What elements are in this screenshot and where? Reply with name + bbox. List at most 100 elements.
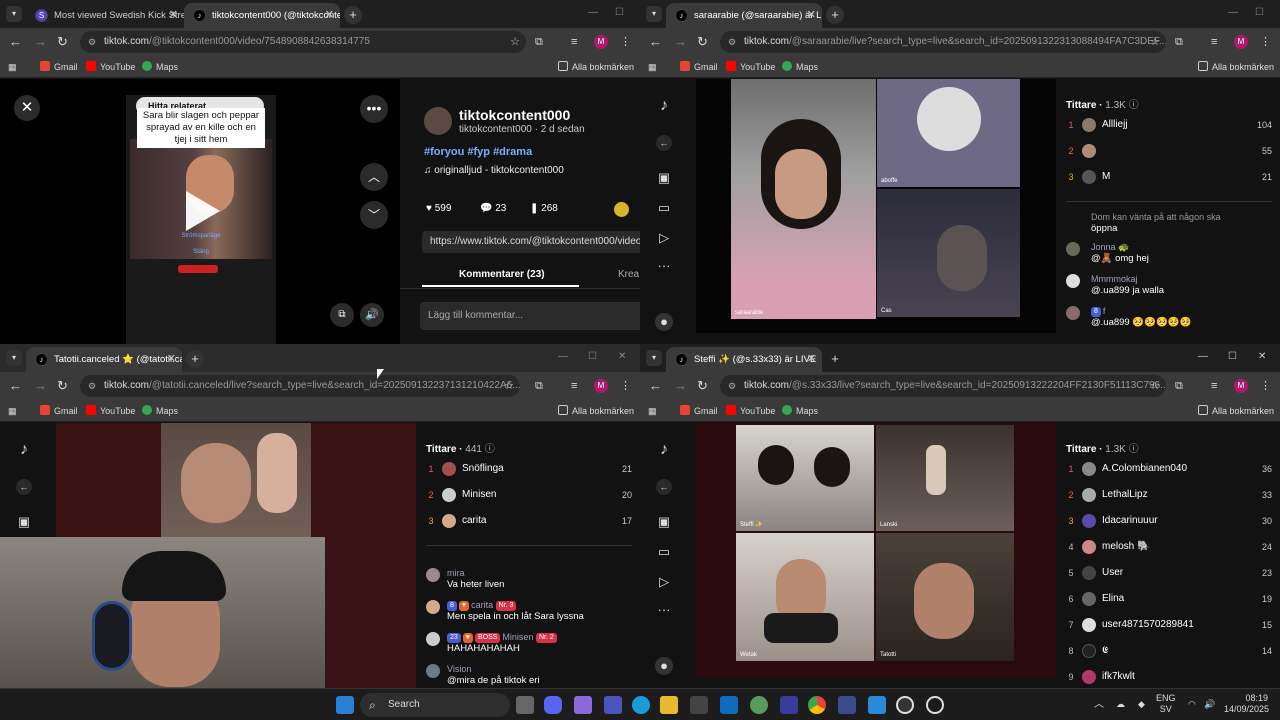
back-arrow-icon[interactable]: ← [656, 135, 672, 151]
camera-icon[interactable]: ▭ [655, 199, 673, 217]
tab-comments[interactable]: Kommentarer (23) [459, 269, 545, 280]
address-bar[interactable]: ⚙ tiktok.com/@s.33x33/live?search_type=l… [720, 375, 1166, 397]
live-tv-icon[interactable]: ▣ [655, 513, 673, 531]
tiktok-logo-icon[interactable]: ♪ [15, 441, 33, 459]
tab-creator[interactable]: Krea [618, 269, 639, 280]
extensions-icon[interactable]: ⧉ [535, 380, 543, 392]
menu-icon[interactable]: ⋮ [620, 380, 631, 392]
store-icon[interactable] [690, 696, 708, 714]
author-avatar[interactable] [424, 107, 452, 135]
obs-icon[interactable] [896, 696, 914, 714]
taskbar-search[interactable]: ⌕ Search [360, 693, 510, 717]
menu-icon[interactable]: ⋮ [620, 36, 631, 48]
viewer-row[interactable]: 6 Elina 19 [1066, 589, 1272, 609]
tab-search-icon[interactable]: ▾ [6, 350, 22, 366]
tab-tiktok-video[interactable]: ♪ tiktokcontent000 (@tiktokconte ✕ [184, 3, 340, 28]
reload-icon[interactable]: ↻ [697, 34, 708, 50]
coin-icon[interactable] [614, 202, 629, 217]
all-bookmarks[interactable]: Alla bokmärken [558, 61, 634, 73]
minimize-icon[interactable]: — [1198, 351, 1208, 362]
maximize-icon[interactable]: ☐ [588, 351, 597, 362]
viewer-row[interactable]: 8 𝕰 14 [1066, 641, 1272, 661]
edge-icon[interactable] [632, 696, 650, 714]
back-icon[interactable]: ← [9, 34, 22, 50]
back-icon[interactable]: ← [9, 378, 22, 394]
forward-icon[interactable]: → [34, 34, 47, 50]
bookmark-star-icon[interactable]: ☆ [510, 31, 520, 53]
viewer-row[interactable]: 3 M 21 [1066, 167, 1272, 187]
picture-in-picture-icon[interactable]: ⧉ [330, 303, 354, 327]
apps-icon[interactable]: ▦ [648, 61, 657, 73]
play-icon[interactable] [186, 191, 220, 231]
tab-search-icon[interactable]: ▾ [646, 350, 662, 366]
maximize-icon[interactable]: ☐ [615, 7, 624, 18]
tab-live-steffi[interactable]: ♪ Steffi ✨ (@s.33x33) är LIVE ✕ [666, 347, 822, 372]
bookmark-youtube[interactable]: YouTube [86, 405, 135, 417]
tray-app-icon[interactable]: ☁ [1116, 699, 1125, 710]
media-icon[interactable]: ≡ [571, 380, 577, 392]
viewer-row[interactable]: 1 A.Colombianen040 36 [1066, 459, 1272, 479]
bookmark-youtube[interactable]: YouTube [86, 61, 135, 73]
close-video-icon[interactable]: ✕ [14, 95, 40, 121]
tab-search-icon[interactable]: ▾ [646, 6, 662, 22]
copilot-icon[interactable] [574, 696, 592, 714]
app-icon[interactable] [838, 696, 856, 714]
new-tab-button[interactable]: + [344, 6, 362, 24]
back-arrow-icon[interactable]: ← [656, 479, 672, 495]
back-icon[interactable]: ← [649, 378, 662, 394]
new-tab-button[interactable]: + [186, 350, 204, 368]
viewer-row[interactable]: 2 Minisen 20 [426, 485, 632, 505]
bookmark-gmail[interactable]: Gmail [680, 405, 718, 417]
volume-icon[interactable]: 🔊 [360, 303, 384, 327]
tray-chevron-icon[interactable]: ︿ [1094, 699, 1104, 710]
live-tv-icon[interactable]: ▣ [655, 169, 673, 187]
webcam-overlay[interactable] [0, 537, 325, 688]
viewer-row[interactable]: 2 55 [1066, 141, 1272, 161]
comment-input[interactable]: Lägg till kommentar... [420, 302, 640, 330]
apps-icon[interactable]: ▦ [8, 405, 17, 417]
close-tab-icon[interactable]: ✕ [167, 347, 176, 372]
viewer-row[interactable]: 1 Allliejj 104 [1066, 115, 1272, 135]
teams-icon[interactable] [604, 696, 622, 714]
viewer-row[interactable]: 9 ifk7kwlt [1066, 667, 1272, 687]
minimize-icon[interactable]: — [558, 351, 568, 362]
close-window-icon[interactable]: ✕ [618, 351, 626, 362]
chrome-icon[interactable] [808, 696, 826, 714]
tray-app-icon[interactable]: ◆ [1138, 699, 1145, 710]
chevron-down-icon[interactable]: ﹀ [360, 201, 388, 229]
all-bookmarks[interactable]: Alla bokmärken [1198, 405, 1274, 417]
viewer-row[interactable]: 5 User 23 [1066, 563, 1272, 583]
outlook-icon[interactable] [720, 696, 738, 714]
info-icon[interactable]: ⓘ [485, 444, 495, 455]
extensions-icon[interactable]: ⧉ [535, 36, 543, 48]
address-bar[interactable]: ⚙ tiktok.com/@tatotii.canceled/live?sear… [80, 375, 520, 397]
sound-row[interactable]: ♫ originalljud - tiktokcontent000 [424, 165, 564, 176]
maximize-icon[interactable]: ☐ [1255, 7, 1264, 18]
bookmark-gmail[interactable]: Gmail [40, 61, 78, 73]
bookmark-star-icon[interactable]: ☆ [504, 375, 514, 397]
profile-avatar[interactable]: M [1234, 35, 1248, 49]
site-info-icon[interactable]: ⚙ [88, 375, 96, 397]
close-window-icon[interactable]: ✕ [1258, 351, 1266, 362]
explore-icon[interactable]: ▷ [655, 573, 673, 591]
apps-icon[interactable]: ▦ [8, 61, 17, 73]
bookmark-gmail[interactable]: Gmail [40, 405, 78, 417]
file-explorer-icon[interactable] [660, 696, 678, 714]
reload-icon[interactable]: ↻ [697, 378, 708, 394]
language-indicator[interactable]: ENG SV [1156, 693, 1176, 715]
bookmark-youtube[interactable]: YouTube [726, 61, 775, 73]
back-icon[interactable]: ← [649, 34, 662, 50]
share-url-field[interactable]: https://www.tiktok.com/@tiktokcontent000… [422, 231, 640, 253]
hashtags[interactable]: #foryou #fyp #drama [424, 146, 532, 158]
task-view-icon[interactable] [516, 696, 534, 714]
discord-icon[interactable] [544, 696, 562, 714]
forward-icon[interactable]: → [34, 378, 47, 394]
media-icon[interactable]: ≡ [1211, 380, 1217, 392]
profile-icon[interactable]: ● [655, 313, 673, 331]
new-tab-button[interactable]: + [826, 350, 844, 368]
close-tab-icon[interactable]: ✕ [807, 347, 816, 372]
profile-avatar[interactable]: M [594, 35, 608, 49]
volume-icon[interactable]: 🔊 [1204, 699, 1215, 710]
tab-kick[interactable]: S Most viewed Swedish Kick Strea ✕ [26, 3, 184, 28]
close-tab-icon[interactable]: ✕ [325, 3, 334, 28]
